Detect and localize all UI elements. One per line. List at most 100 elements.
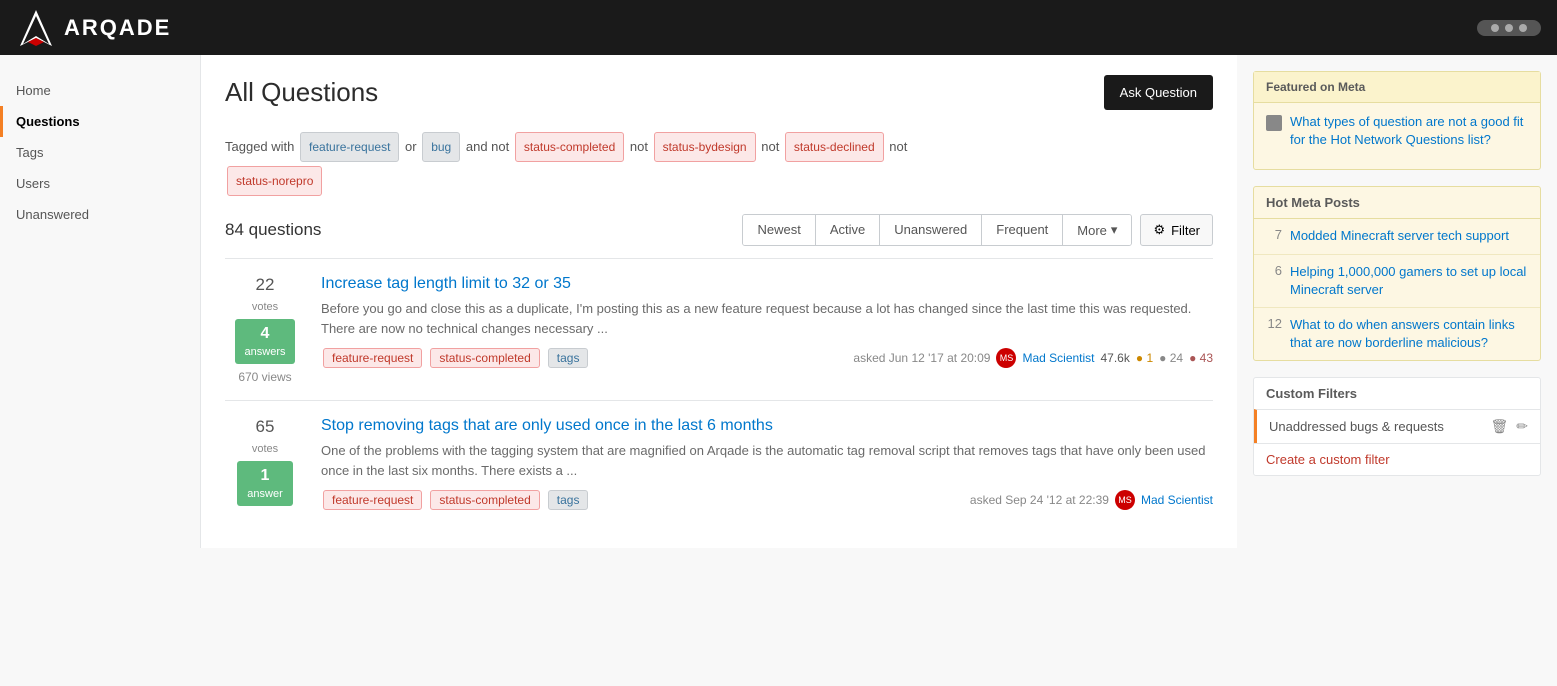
- hot-meta-header: Hot Meta Posts: [1254, 187, 1540, 219]
- sidebar-item-unanswered[interactable]: Unanswered: [0, 199, 200, 230]
- votes-label-2: votes: [252, 443, 278, 455]
- tab-unanswered[interactable]: Unanswered: [880, 215, 982, 245]
- q-tag-status-completed-1[interactable]: status-completed: [430, 348, 539, 368]
- sidebar-item-questions[interactable]: Questions: [0, 106, 200, 137]
- q-tag-feature-request-1[interactable]: feature-request: [323, 348, 422, 368]
- dot1: [1491, 24, 1499, 32]
- q-tag-status-completed-2[interactable]: status-completed: [430, 490, 539, 510]
- right-sidebar: Featured on Meta What types of question …: [1237, 55, 1557, 548]
- q-tag-tags-2[interactable]: tags: [548, 490, 589, 510]
- filter-gear-icon: ⚙: [1153, 222, 1165, 238]
- hot-meta-item-1: 7 Modded Minecraft server tech support: [1254, 219, 1540, 254]
- q-tags-1: feature-request status-completed tags: [321, 346, 590, 370]
- q-meta-2: asked Sep 24 '12 at 22:39 MS Mad Scienti…: [970, 490, 1213, 510]
- q-content-1: Increase tag length limit to 32 or 35 Be…: [321, 275, 1213, 384]
- q-tags-row-2: feature-request status-completed tags as…: [321, 488, 1213, 512]
- filter-button[interactable]: ⚙ Filter: [1140, 214, 1213, 246]
- tag-status-completed[interactable]: status-completed: [515, 132, 624, 162]
- chevron-down-icon: ▾: [1111, 222, 1118, 238]
- or-connector: or: [405, 139, 420, 154]
- avatar-2: MS: [1115, 490, 1135, 510]
- questions-bar: 84 questions Newest Active Unanswered Fr…: [225, 214, 1213, 246]
- vote-count-1: 22: [256, 275, 275, 295]
- and-not-connector: and not: [466, 139, 513, 154]
- silver-badge-1: ● 24: [1159, 351, 1183, 365]
- votes-label-1: votes: [252, 301, 278, 313]
- sort-tabs: Newest Active Unanswered Frequent More ▾: [742, 214, 1132, 246]
- sidebar-item-tags[interactable]: Tags: [0, 137, 200, 168]
- views-1: 670 views: [238, 370, 291, 384]
- q-meta-1: asked Jun 12 '17 at 20:09 MS Mad Scienti…: [853, 348, 1213, 368]
- dot2: [1505, 24, 1513, 32]
- tabs-and-filter: Newest Active Unanswered Frequent More ▾…: [742, 214, 1213, 246]
- q-tag-feature-request-2[interactable]: feature-request: [323, 490, 422, 510]
- q-tag-tags-1[interactable]: tags: [548, 348, 589, 368]
- page-header: All Questions Ask Question: [225, 75, 1213, 110]
- user-link-2[interactable]: Mad Scientist: [1141, 493, 1213, 507]
- q-stats-1: 22 votes 4 answers 670 views: [225, 275, 305, 384]
- featured-meta-box: Featured on Meta What types of question …: [1253, 71, 1541, 170]
- answers-badge-1: 4 answers: [235, 319, 296, 364]
- cf-edit-icon[interactable]: ✏: [1516, 418, 1528, 435]
- avatar-1: MS: [996, 348, 1016, 368]
- tab-more[interactable]: More ▾: [1063, 215, 1131, 245]
- tab-active[interactable]: Active: [816, 215, 880, 245]
- cf-delete-icon[interactable]: 🗑: [1490, 418, 1508, 435]
- logo-text: ARQADE: [64, 15, 171, 41]
- tag-bug[interactable]: bug: [422, 132, 460, 162]
- tab-newest[interactable]: Newest: [743, 215, 815, 245]
- sidebar-item-users[interactable]: Users: [0, 168, 200, 199]
- hot-meta-item-3: 12 What to do when answers contain links…: [1254, 308, 1540, 360]
- q-title-1[interactable]: Increase tag length limit to 32 or 35: [321, 275, 1213, 293]
- questions-count: 84 questions: [225, 220, 321, 240]
- featured-meta-header: Featured on Meta: [1254, 72, 1540, 103]
- cf-item-1: Unaddressed bugs & requests 🗑 ✏: [1254, 409, 1540, 443]
- hot-meta-item-2: 6 Helping 1,000,000 gamers to set up loc…: [1254, 255, 1540, 308]
- meta-link-text-1: What types of question are not a good fi…: [1290, 113, 1528, 149]
- custom-filters-box: Custom Filters Unaddressed bugs & reques…: [1253, 377, 1541, 476]
- dot3: [1519, 24, 1527, 32]
- cf-header: Custom Filters: [1254, 378, 1540, 409]
- hot-link-1[interactable]: Modded Minecraft server tech support: [1290, 227, 1509, 245]
- hot-num-1: 7: [1266, 227, 1282, 242]
- not-connector-1: not: [630, 139, 652, 154]
- hot-link-3[interactable]: What to do when answers contain links th…: [1290, 316, 1528, 352]
- asked-info-2: asked Sep 24 '12 at 22:39: [970, 493, 1109, 507]
- meta-link-1[interactable]: What types of question are not a good fi…: [1266, 113, 1528, 149]
- question-item: 22 votes 4 answers 670 views Increase ta…: [225, 258, 1213, 400]
- tag-status-bydesign[interactable]: status-bydesign: [654, 132, 756, 162]
- logo-icon: [16, 8, 56, 48]
- q-content-2: Stop removing tags that are only used on…: [321, 417, 1213, 512]
- asked-info-1: asked Jun 12 '17 at 20:09: [853, 351, 990, 365]
- header-right: [1477, 20, 1541, 36]
- user-link-1[interactable]: Mad Scientist: [1022, 351, 1094, 365]
- filter-label: Filter: [1171, 223, 1200, 238]
- hot-num-3: 12: [1266, 316, 1282, 331]
- site-header: ARQADE: [0, 0, 1557, 55]
- q-stats-2: 65 votes 1 answer: [225, 417, 305, 512]
- q-excerpt-2: One of the problems with the tagging sys…: [321, 441, 1213, 480]
- vote-count-2: 65: [256, 417, 275, 437]
- tab-frequent[interactable]: Frequent: [982, 215, 1063, 245]
- q-title-2[interactable]: Stop removing tags that are only used on…: [321, 417, 1213, 435]
- question-item-2: 65 votes 1 answer Stop removing tags tha…: [225, 400, 1213, 528]
- gold-badge-1: ● 1: [1136, 351, 1153, 365]
- sidebar-item-home[interactable]: Home: [0, 75, 200, 106]
- tag-status-norepro[interactable]: status-norepro: [227, 166, 322, 196]
- main-content: All Questions Ask Question Tagged with f…: [200, 55, 1237, 548]
- featured-meta-body: What types of question are not a good fi…: [1254, 103, 1540, 169]
- filter-prefix: Tagged with: [225, 139, 294, 154]
- hot-num-2: 6: [1266, 263, 1282, 278]
- q-excerpt-1: Before you go and close this as a duplic…: [321, 299, 1213, 338]
- not-connector-2: not: [761, 139, 783, 154]
- create-filter-link[interactable]: Create a custom filter: [1254, 443, 1540, 475]
- tag-status-declined[interactable]: status-declined: [785, 132, 884, 162]
- logo-area[interactable]: ARQADE: [16, 8, 171, 48]
- answers-badge-2: 1 answer: [237, 461, 292, 506]
- not-connector-3: not: [889, 139, 907, 154]
- tag-feature-request[interactable]: feature-request: [300, 132, 399, 162]
- ask-question-button[interactable]: Ask Question: [1104, 75, 1213, 110]
- cf-item-name-1: Unaddressed bugs & requests: [1269, 419, 1444, 434]
- hot-link-2[interactable]: Helping 1,000,000 gamers to set up local…: [1290, 263, 1528, 299]
- header-pill[interactable]: [1477, 20, 1541, 36]
